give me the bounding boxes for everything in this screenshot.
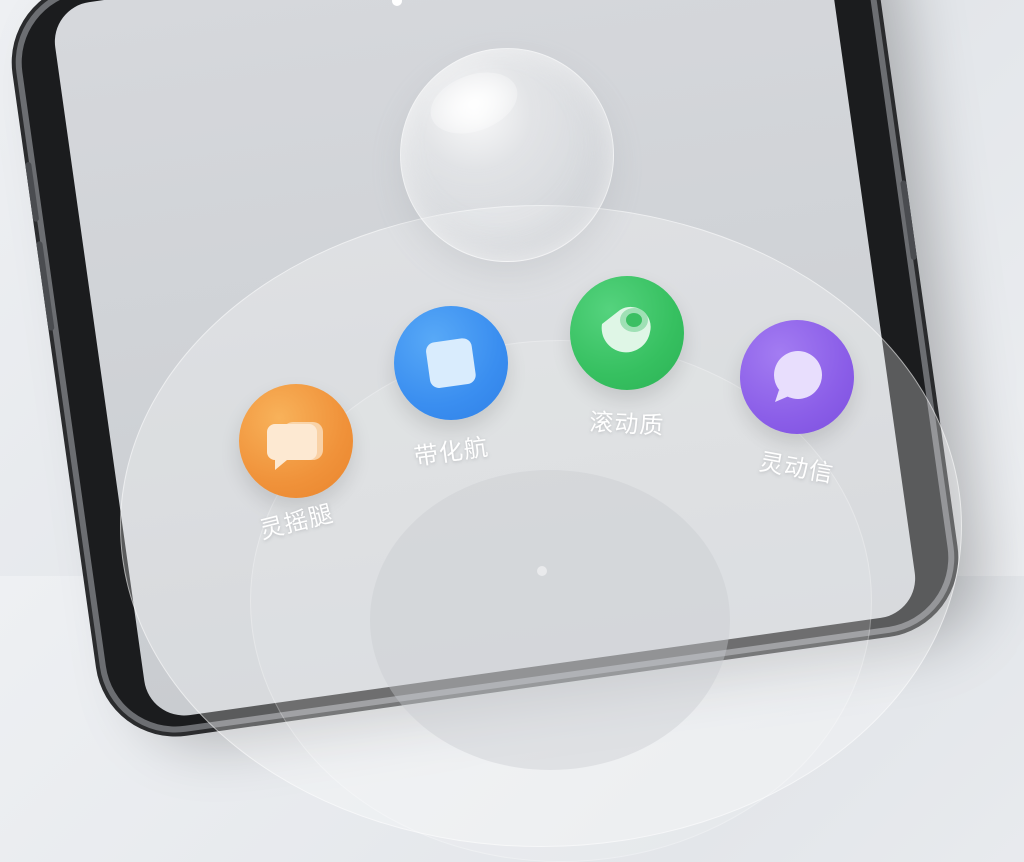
power-button [900,180,918,261]
volume-button [25,161,40,223]
phone-bezel [12,0,958,736]
volume-button [36,240,55,331]
phone-device [0,0,1024,736]
phone-screen [49,0,921,721]
